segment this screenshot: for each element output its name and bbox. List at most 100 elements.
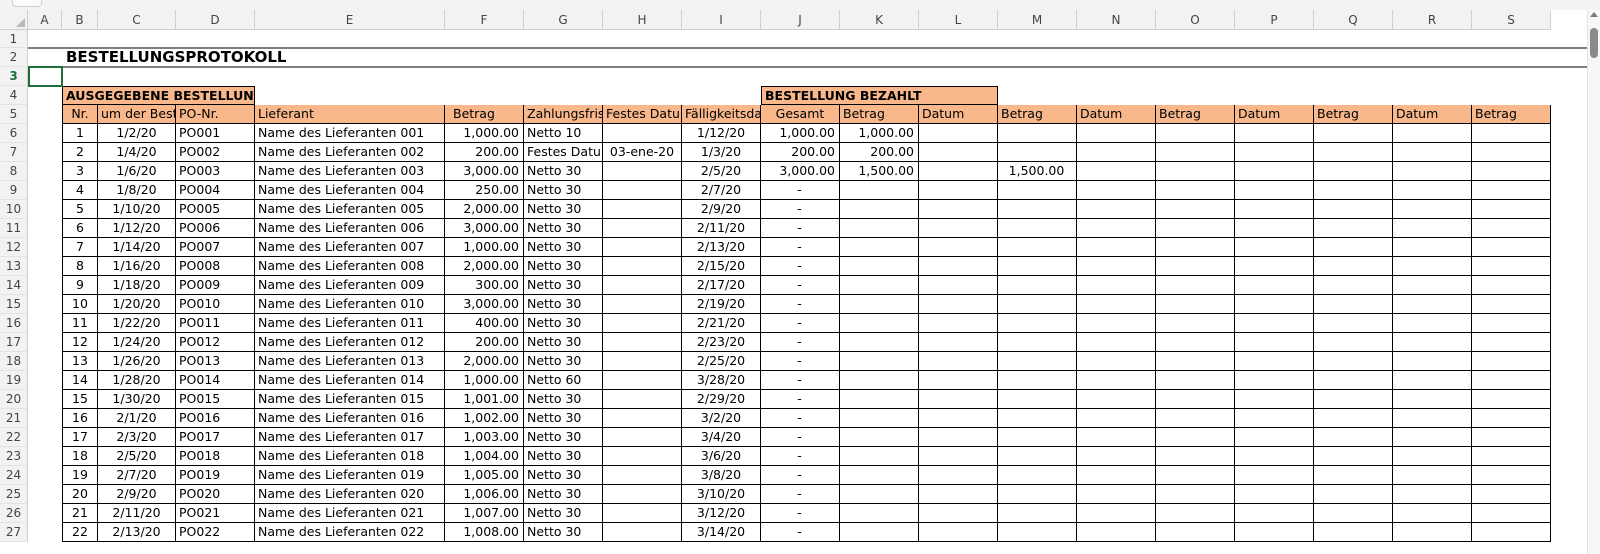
table-cell[interactable] bbox=[1472, 352, 1551, 371]
table-cell[interactable]: 16 bbox=[62, 409, 98, 428]
table-cell[interactable] bbox=[1472, 314, 1551, 333]
table-cell[interactable]: Name des Lieferanten 009 bbox=[255, 276, 445, 295]
table-cell[interactable] bbox=[919, 466, 998, 485]
table-cell[interactable]: 1/14/20 bbox=[98, 238, 176, 257]
table-cell[interactable] bbox=[840, 371, 919, 390]
table-cell[interactable] bbox=[1235, 295, 1314, 314]
column-label[interactable]: Betrag bbox=[445, 105, 524, 124]
table-cell[interactable] bbox=[840, 466, 919, 485]
table-cell[interactable]: 9 bbox=[62, 276, 98, 295]
table-cell[interactable] bbox=[1472, 409, 1551, 428]
table-cell[interactable] bbox=[1472, 390, 1551, 409]
table-cell[interactable]: 22 bbox=[62, 523, 98, 542]
table-cell[interactable] bbox=[603, 523, 682, 542]
table-cell[interactable]: PO010 bbox=[176, 295, 255, 314]
table-cell[interactable] bbox=[1314, 257, 1393, 276]
row-header-27[interactable]: 27 bbox=[0, 523, 28, 542]
table-cell[interactable] bbox=[1314, 238, 1393, 257]
table-cell[interactable]: - bbox=[761, 485, 840, 504]
table-cell[interactable]: 1,001.00 bbox=[445, 390, 524, 409]
table-cell[interactable]: 200.00 bbox=[445, 333, 524, 352]
table-cell[interactable] bbox=[603, 238, 682, 257]
table-cell[interactable]: Festes Datum bbox=[524, 143, 603, 162]
table-cell[interactable] bbox=[1077, 295, 1156, 314]
table-cell[interactable]: 15 bbox=[62, 390, 98, 409]
table-cell[interactable] bbox=[1472, 333, 1551, 352]
table-cell[interactable]: 2/5/20 bbox=[682, 162, 761, 181]
column-header-p[interactable]: P bbox=[1235, 10, 1314, 30]
table-cell[interactable] bbox=[919, 352, 998, 371]
table-cell[interactable] bbox=[1077, 466, 1156, 485]
table-cell[interactable]: 1/12/20 bbox=[98, 219, 176, 238]
table-cell[interactable] bbox=[1235, 181, 1314, 200]
row-header-18[interactable]: 18 bbox=[0, 352, 28, 371]
table-cell[interactable] bbox=[840, 447, 919, 466]
table-cell[interactable]: 3/4/20 bbox=[682, 428, 761, 447]
column-header-d[interactable]: D bbox=[176, 10, 255, 30]
table-cell[interactable] bbox=[840, 428, 919, 447]
table-cell[interactable] bbox=[840, 523, 919, 542]
table-cell[interactable]: Netto 60 bbox=[524, 371, 603, 390]
table-cell[interactable]: 1/4/20 bbox=[98, 143, 176, 162]
table-cell[interactable]: 1,003.00 bbox=[445, 428, 524, 447]
row-header-9[interactable]: 9 bbox=[0, 181, 28, 200]
row-header-12[interactable]: 12 bbox=[0, 238, 28, 257]
table-cell[interactable] bbox=[1156, 466, 1235, 485]
table-cell[interactable] bbox=[1393, 485, 1472, 504]
table-cell[interactable]: - bbox=[761, 371, 840, 390]
table-cell[interactable] bbox=[1235, 352, 1314, 371]
table-cell[interactable]: 1,007.00 bbox=[445, 504, 524, 523]
table-cell[interactable] bbox=[1235, 257, 1314, 276]
table-cell[interactable] bbox=[1156, 257, 1235, 276]
table-cell[interactable] bbox=[1077, 409, 1156, 428]
row-header-6[interactable]: 6 bbox=[0, 124, 28, 143]
table-cell[interactable] bbox=[1314, 447, 1393, 466]
table-cell[interactable]: 2/17/20 bbox=[682, 276, 761, 295]
table-cell[interactable]: 300.00 bbox=[445, 276, 524, 295]
column-label[interactable]: Datum bbox=[1393, 105, 1472, 124]
table-cell[interactable] bbox=[998, 295, 1077, 314]
table-cell[interactable] bbox=[1393, 200, 1472, 219]
table-cell[interactable] bbox=[1077, 333, 1156, 352]
table-cell[interactable] bbox=[1393, 390, 1472, 409]
table-cell[interactable]: 1/20/20 bbox=[98, 295, 176, 314]
table-cell[interactable]: PO016 bbox=[176, 409, 255, 428]
table-cell[interactable] bbox=[1077, 257, 1156, 276]
table-cell[interactable]: 1/22/20 bbox=[98, 314, 176, 333]
table-cell[interactable]: Netto 30 bbox=[524, 485, 603, 504]
table-cell[interactable]: 7 bbox=[62, 238, 98, 257]
table-cell[interactable]: PO021 bbox=[176, 504, 255, 523]
table-cell[interactable] bbox=[840, 257, 919, 276]
table-cell[interactable] bbox=[919, 390, 998, 409]
table-cell[interactable]: Name des Lieferanten 021 bbox=[255, 504, 445, 523]
table-cell[interactable] bbox=[840, 181, 919, 200]
table-cell[interactable] bbox=[840, 333, 919, 352]
table-cell[interactable] bbox=[998, 257, 1077, 276]
table-cell[interactable] bbox=[603, 295, 682, 314]
table-cell[interactable]: Name des Lieferanten 016 bbox=[255, 409, 445, 428]
table-cell[interactable] bbox=[1235, 466, 1314, 485]
row-header-26[interactable]: 26 bbox=[0, 504, 28, 523]
table-cell[interactable]: - bbox=[761, 466, 840, 485]
row-header-14[interactable]: 14 bbox=[0, 276, 28, 295]
table-cell[interactable] bbox=[1077, 162, 1156, 181]
table-cell[interactable] bbox=[603, 276, 682, 295]
table-cell[interactable] bbox=[1472, 485, 1551, 504]
table-cell[interactable] bbox=[919, 314, 998, 333]
table-cell[interactable]: 1,000.00 bbox=[761, 124, 840, 143]
table-cell[interactable] bbox=[1393, 504, 1472, 523]
column-header-g[interactable]: G bbox=[524, 10, 603, 30]
table-cell[interactable] bbox=[919, 485, 998, 504]
table-cell[interactable] bbox=[1314, 523, 1393, 542]
table-cell[interactable] bbox=[1077, 200, 1156, 219]
table-cell[interactable] bbox=[998, 390, 1077, 409]
column-header-q[interactable]: Q bbox=[1314, 10, 1393, 30]
column-header-r[interactable]: R bbox=[1393, 10, 1472, 30]
table-cell[interactable]: Netto 30 bbox=[524, 409, 603, 428]
table-cell[interactable]: Netto 30 bbox=[524, 523, 603, 542]
table-cell[interactable]: 1/12/20 bbox=[682, 124, 761, 143]
table-cell[interactable] bbox=[1156, 295, 1235, 314]
table-cell[interactable] bbox=[919, 409, 998, 428]
table-cell[interactable]: 200.00 bbox=[761, 143, 840, 162]
table-cell[interactable]: 250.00 bbox=[445, 181, 524, 200]
